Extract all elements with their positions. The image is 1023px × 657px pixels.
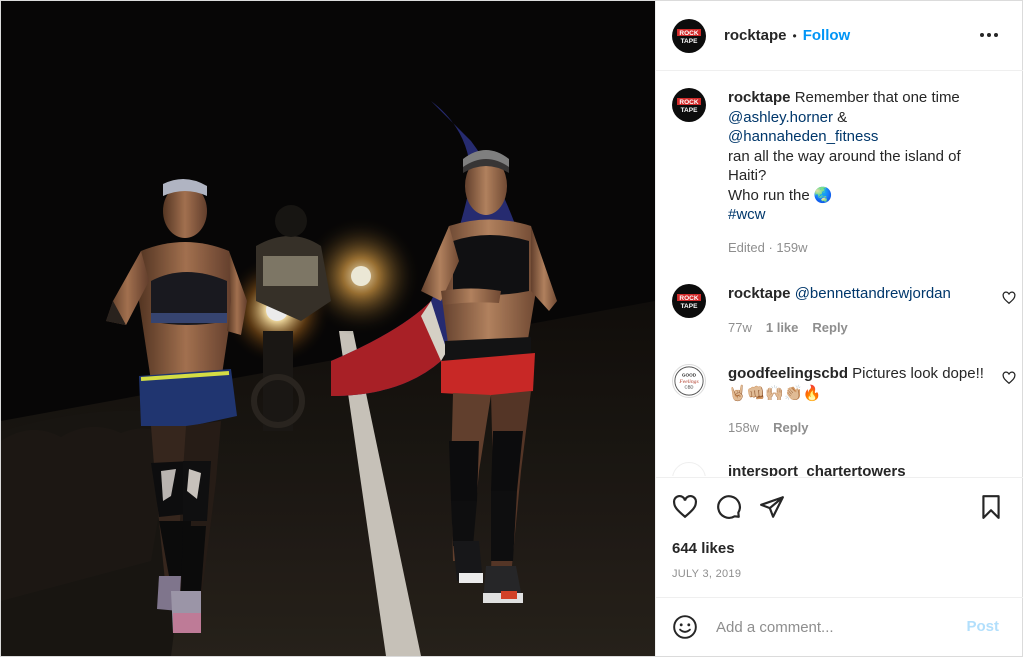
like-comment-heart-icon[interactable] — [1002, 291, 1016, 305]
rocktape-logo: ROCK TAPE — [677, 28, 701, 45]
svg-text:ROCK: ROCK — [679, 99, 698, 106]
caption: ROCK TAPE rocktape Remember that one tim… — [672, 88, 1012, 258]
more-options-icon[interactable] — [977, 23, 1001, 47]
comment: ROCK TAPE rocktape @bennettandrewjordan … — [672, 284, 1016, 344]
comment-age: 158w — [728, 420, 760, 435]
comment-icon[interactable] — [716, 494, 742, 520]
comment-meta: 77w 1 like Reply — [728, 320, 848, 335]
author-username[interactable]: rocktape — [724, 27, 787, 44]
comment-avatar[interactable] — [672, 462, 706, 476]
comment-text: goodfeelingscbd Pictures look dope!!🤘🏼👊🏼… — [728, 364, 990, 403]
comment-username[interactable]: rocktape — [728, 285, 791, 302]
comment-username[interactable]: goodfeelingscbd — [728, 365, 848, 382]
comment-text: intersport_chartertowers — [728, 462, 990, 476]
mention-ashley[interactable]: @ashley.horner — [728, 109, 833, 126]
comment-avatar[interactable]: ROCK TAPE — [672, 284, 706, 318]
like-comment-heart-icon[interactable] — [1002, 371, 1016, 385]
caption-meta: Edited · 159w — [728, 240, 808, 255]
comment-avatar-goodfeelings[interactable]: GOOD Feelings CBD — [672, 364, 706, 398]
svg-text:ROCK: ROCK — [679, 30, 698, 37]
hashtag-wcw[interactable]: #wcw — [728, 206, 766, 223]
svg-text:ROCK: ROCK — [679, 295, 698, 302]
comment-text: rocktape @bennettandrewjordan — [728, 284, 990, 304]
heart-icon[interactable] — [672, 494, 698, 520]
post-side-panel: ROCK TAPE rocktape • Follow ROCK TAPE ro… — [655, 1, 1023, 656]
add-comment-input[interactable] — [716, 612, 956, 642]
separator-dot: • — [792, 28, 797, 43]
comment-username[interactable]: intersport_chartertowers — [728, 463, 906, 476]
caption-text: rocktape Remember that one time @ashley.… — [728, 88, 990, 225]
add-comment-bar: Post — [656, 597, 1023, 656]
likes-count[interactable]: 644 likes — [672, 540, 735, 557]
post-date: JULY 3, 2019 — [672, 568, 742, 580]
instagram-post: ROCK TAPE rocktape • Follow ROCK TAPE ro… — [0, 0, 1023, 657]
caption-line1: Remember that one time — [794, 89, 960, 106]
reply-button[interactable]: Reply — [812, 320, 847, 335]
caption-line3: Who run the 🌏 — [728, 186, 833, 204]
edited-timestamp: Edited · 159w — [728, 240, 808, 255]
comment-likes[interactable]: 1 like — [766, 320, 799, 335]
comment: GOOD Feelings CBD goodfeelingscbd Pictur… — [672, 364, 1016, 435]
svg-text:TAPE: TAPE — [681, 38, 699, 45]
svg-text:TAPE: TAPE — [681, 107, 699, 114]
reply-button[interactable]: Reply — [773, 420, 808, 435]
mention-bennett[interactable]: @bennettandrewjordan — [795, 285, 951, 302]
caption-avatar[interactable]: ROCK TAPE — [672, 88, 706, 122]
svg-text:CBD: CBD — [685, 385, 694, 390]
mention-hannah[interactable]: @hannaheden_fitness — [728, 128, 878, 145]
comment-meta: 158w Reply — [728, 420, 808, 435]
goodfeelings-logo: GOOD Feelings CBD — [674, 366, 704, 396]
follow-button[interactable]: Follow — [803, 27, 851, 44]
post-header: ROCK TAPE rocktape • Follow — [656, 1, 1023, 71]
comment-age: 77w — [728, 320, 752, 335]
post-actions: 644 likes JULY 3, 2019 — [656, 477, 1023, 597]
emoji-icon[interactable] — [672, 614, 698, 640]
caption-line2: ran all the way around the island of Hai… — [728, 147, 961, 185]
comment-partial: intersport_chartertowers — [672, 462, 1012, 476]
svg-text:GOOD: GOOD — [682, 372, 697, 377]
post-comment-button[interactable]: Post — [966, 618, 999, 635]
author-avatar[interactable]: ROCK TAPE — [672, 18, 706, 53]
night-runners-image — [1, 1, 655, 656]
bookmark-icon[interactable] — [978, 494, 1004, 520]
rocktape-logo: ROCK TAPE — [677, 294, 701, 310]
comments-list[interactable]: ROCK TAPE rocktape Remember that one tim… — [656, 72, 1023, 476]
post-photo[interactable] — [1, 1, 655, 656]
caption-username[interactable]: rocktape — [728, 89, 791, 106]
caption-ampersand: & — [837, 108, 848, 126]
rocktape-logo: ROCK TAPE — [677, 98, 701, 114]
share-icon[interactable] — [759, 494, 785, 520]
svg-text:TAPE: TAPE — [681, 303, 699, 310]
